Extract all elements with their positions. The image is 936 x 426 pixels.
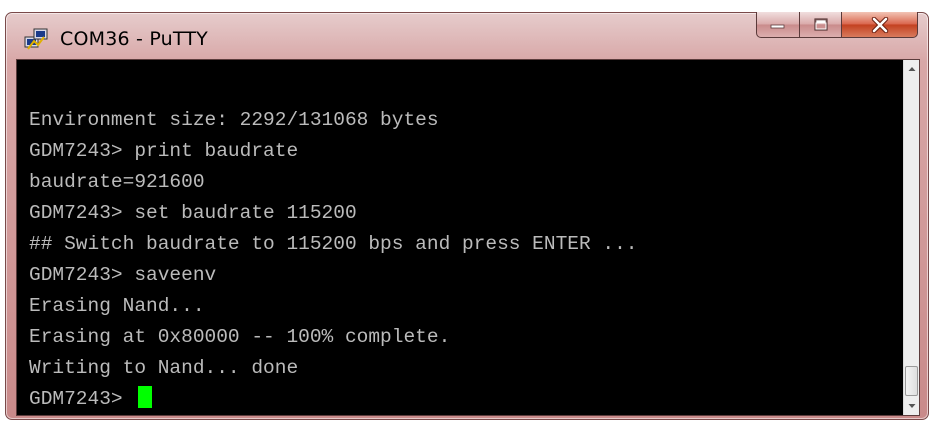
title-bar[interactable]: COM36 - PuTTY [6, 12, 928, 63]
terminal-line: Environment size: 2292/131068 bytes [29, 109, 439, 131]
terminal-line: GDM7243> print baudrate [29, 140, 299, 162]
scroll-thumb[interactable] [905, 366, 918, 396]
minimize-icon [770, 24, 785, 28]
terminal-line: baudrate=921600 [29, 171, 205, 193]
terminal-area[interactable]: Environment size: 2292/131068 bytes GDM7… [16, 59, 920, 416]
vertical-scrollbar[interactable] [903, 60, 919, 415]
arrow-down-icon [908, 404, 916, 408]
terminal-prompt: GDM7243> [29, 388, 135, 410]
terminal-line: GDM7243> set baudrate 115200 [29, 202, 357, 224]
window-title: COM36 - PuTTY [60, 28, 208, 50]
close-button[interactable] [842, 12, 918, 38]
terminal-line: Erasing Nand... [29, 295, 205, 317]
terminal-cursor [138, 386, 153, 408]
putty-app-icon[interactable] [24, 27, 50, 53]
terminal-line: ## Switch baudrate to 115200 bps and pre… [29, 233, 638, 255]
putty-window: COM36 - PuTTY Environment size: 2292/131… [5, 12, 929, 420]
terminal-line: GDM7243> saveenv [29, 264, 217, 286]
window-controls [756, 12, 918, 38]
terminal-prompt-line: GDM7243> [29, 386, 153, 412]
maximize-icon [813, 17, 828, 31]
close-icon [871, 16, 888, 33]
terminal-screen[interactable]: Environment size: 2292/131068 bytes GDM7… [17, 60, 903, 415]
maximize-button[interactable] [800, 12, 842, 38]
arrow-up-icon [908, 67, 916, 71]
scroll-down-button[interactable] [904, 397, 920, 415]
scroll-up-button[interactable] [904, 60, 920, 78]
minimize-button[interactable] [756, 12, 800, 38]
terminal-line: Writing to Nand... done [29, 357, 299, 379]
terminal-line: Erasing at 0x80000 -- 100% complete. [29, 326, 451, 348]
